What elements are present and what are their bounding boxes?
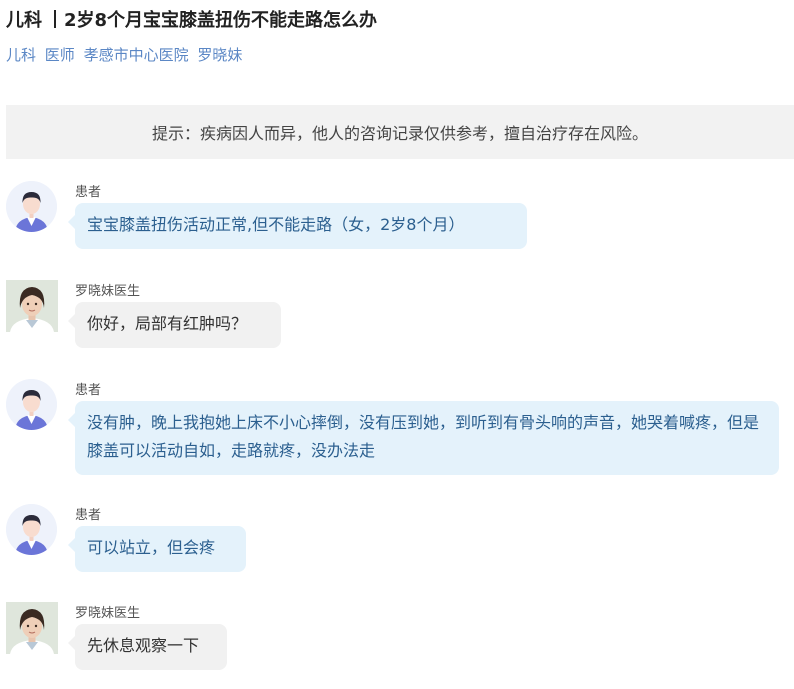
doctor-name-link[interactable]: 罗晓妹: [197, 46, 242, 64]
message-bubble: 你好，局部有红肿吗？: [68, 302, 281, 348]
question-title-row: 儿科 2岁8个月宝宝膝盖扭伤不能走路怎么办: [6, 6, 377, 32]
patient-avatar-icon: [6, 181, 57, 232]
title-separator: [54, 10, 56, 28]
chat-message-doctor: 罗晓妹医生 先休息观察一下: [6, 602, 794, 676]
message-bubble: 可以站立，但会疼: [68, 526, 246, 572]
doctor-info-row: 儿科 医师 孝感市中心医院 罗晓妹: [6, 44, 246, 65]
message-bubble: 没有肿，晚上我抱她上床不小心摔倒，没有压到她，到听到有骨头响的声音，她哭着喊疼，…: [68, 401, 779, 475]
doctor-photo: [6, 602, 58, 654]
sender-name: 患者: [75, 185, 102, 200]
sender-name: 罗晓妹医生: [75, 284, 141, 299]
chat-message-patient: 患者 宝宝膝盖扭伤活动正常,但不能走路（女，2岁8个月）: [6, 181, 794, 253]
message-bubble: 先休息观察一下: [68, 624, 227, 670]
doctor-title[interactable]: 医师: [45, 46, 75, 64]
doctor-hospital-link[interactable]: 孝感市中心医院: [84, 46, 189, 64]
sender-name: 患者: [75, 383, 102, 398]
question-title: 2岁8个月宝宝膝盖扭伤不能走路怎么办: [64, 10, 378, 31]
sender-name: 罗晓妹医生: [75, 606, 141, 621]
department-label: 儿科: [6, 10, 42, 31]
patient-avatar-icon: [6, 379, 57, 430]
notice-box: 提示：疾病因人而异，他人的咨询记录仅供参考，擅自治疗存在风险。: [6, 105, 794, 159]
message-bubble: 宝宝膝盖扭伤活动正常,但不能走路（女，2岁8个月）: [68, 203, 527, 249]
chat-message-patient: 患者 可以站立，但会疼: [6, 504, 794, 576]
chat-message-patient: 患者 没有肿，晚上我抱她上床不小心摔倒，没有压到她，到听到有骨头响的声音，她哭着…: [6, 379, 794, 479]
notice-text: 提示：疾病因人而异，他人的咨询记录仅供参考，擅自治疗存在风险。: [151, 124, 648, 143]
doctor-department-link[interactable]: 儿科: [6, 46, 36, 64]
patient-avatar-icon: [6, 504, 57, 555]
sender-name: 患者: [75, 508, 102, 523]
chat-message-doctor: 罗晓妹医生 你好，局部有红肿吗？: [6, 280, 794, 352]
doctor-photo: [6, 280, 58, 332]
